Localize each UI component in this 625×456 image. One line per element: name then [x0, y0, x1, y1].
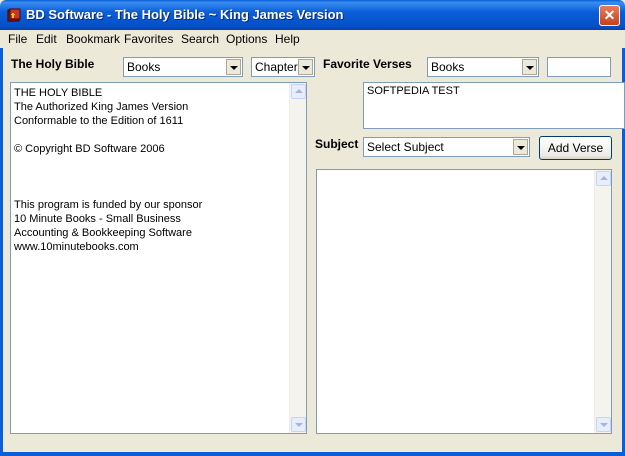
menu-bar: File Edit Bookmark Favorites Search Opti… — [0, 30, 625, 48]
bible-text-line: © Copyright BD Software 2006 — [14, 143, 165, 155]
chapter-select[interactable]: Chapter — [251, 57, 315, 77]
bible-text-line: Conformable to the Edition of 1611 — [14, 115, 184, 127]
bible-text-line — [14, 184, 202, 198]
bible-text-panel[interactable]: THE HOLY BIBLE The Authorized King James… — [10, 82, 307, 434]
bible-text-line: THE HOLY BIBLE — [14, 87, 103, 99]
close-button[interactable]: ✕ — [599, 5, 620, 26]
scroll-up-icon[interactable] — [291, 84, 306, 99]
scroll-down-icon[interactable] — [291, 417, 306, 432]
chevron-down-icon[interactable] — [522, 59, 537, 75]
subject-label: Subject — [315, 137, 359, 151]
menu-bookmark[interactable]: Bookmark — [66, 32, 120, 46]
window-title: BD Software - The Holy Bible ~ King Jame… — [26, 7, 344, 22]
verse-reference-input[interactable] — [547, 57, 611, 77]
books-select[interactable]: Books — [123, 57, 243, 77]
books-select-value: Books — [127, 60, 161, 74]
bible-text-line — [14, 156, 202, 170]
window-frame-bottom — [0, 452, 625, 456]
bible-text-scrollbar[interactable] — [289, 83, 306, 433]
favorite-verses-heading: Favorite Verses — [323, 57, 412, 71]
favorite-verse-text[interactable]: SOFTPEDIA TEST — [363, 82, 625, 129]
menu-search[interactable]: Search — [181, 32, 219, 46]
bible-heading: The Holy Bible — [11, 57, 95, 71]
chevron-down-icon[interactable] — [298, 59, 313, 75]
favorite-books-select[interactable]: Books — [427, 57, 539, 77]
bible-text-line: The Authorized King James Version — [14, 101, 189, 113]
favorite-verses-scrollbar[interactable] — [594, 170, 611, 433]
favorite-verses-list[interactable] — [316, 169, 612, 434]
scroll-up-icon[interactable] — [596, 171, 611, 186]
subject-select[interactable]: Select Subject — [363, 137, 530, 157]
scroll-down-icon[interactable] — [596, 417, 611, 432]
menu-options[interactable]: Options — [226, 32, 267, 46]
bible-text-line — [14, 128, 202, 142]
menu-edit[interactable]: Edit — [36, 32, 57, 46]
title-bar[interactable]: BD Software - The Holy Bible ~ King Jame… — [0, 0, 625, 30]
bible-text-line: Accounting & Bookkeeping Software — [14, 227, 192, 239]
bible-text-line — [14, 170, 202, 184]
chevron-down-icon[interactable] — [226, 59, 241, 75]
chevron-down-icon[interactable] — [513, 139, 528, 155]
favorite-verse-content: SOFTPEDIA TEST — [367, 85, 460, 97]
bible-text: THE HOLY BIBLE The Authorized King James… — [14, 86, 202, 254]
bible-text-line: 10 Minute Books - Small Business — [14, 213, 181, 225]
add-verse-button[interactable]: Add Verse — [539, 136, 612, 160]
favorite-books-value: Books — [431, 60, 465, 74]
subject-select-value: Select Subject — [367, 140, 444, 154]
menu-file[interactable]: File — [8, 32, 27, 46]
window-frame-left — [0, 30, 3, 456]
bible-text-line: This program is funded by our sponsor — [14, 199, 203, 211]
bible-book-icon — [7, 8, 21, 22]
menu-favorites[interactable]: Favorites — [124, 32, 173, 46]
bible-text-line: www.10minutebooks.com — [14, 241, 139, 253]
chapter-select-value: Chapter — [255, 60, 298, 74]
menu-help[interactable]: Help — [275, 32, 300, 46]
